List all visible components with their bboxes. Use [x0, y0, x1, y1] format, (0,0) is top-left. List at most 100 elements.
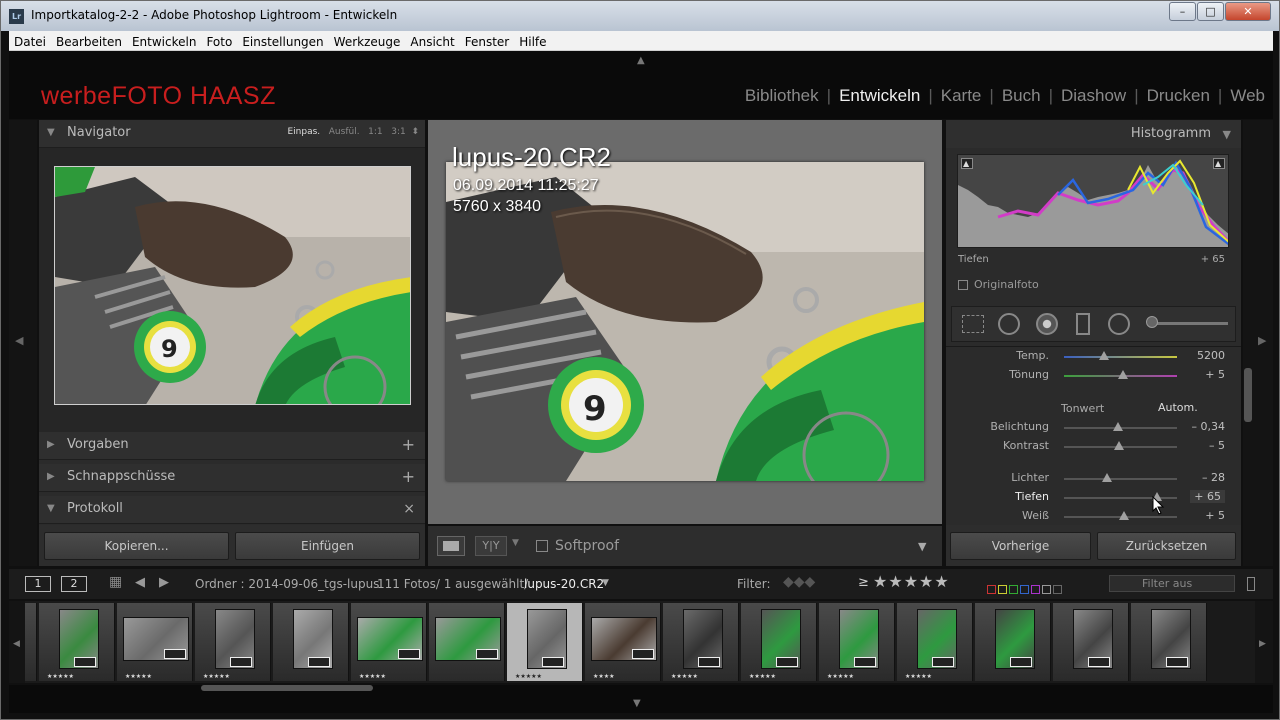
slider-value[interactable]: + 5 [1205, 368, 1225, 381]
back-arrow-icon[interactable]: ◀ [135, 575, 145, 590]
slider-value[interactable]: + 5 [1205, 509, 1225, 522]
presets-header[interactable]: ▶ Vorgaben + [39, 432, 425, 460]
slider-row-kontrast[interactable]: Kontrast – 5 [946, 439, 1241, 457]
filmstrip-scrollbar[interactable] [201, 685, 373, 691]
slider-row-temp.[interactable]: Temp. 5200 [946, 349, 1241, 367]
forward-arrow-icon[interactable]: ▶ [159, 575, 169, 590]
filmstrip-cell[interactable]: ★★★★★ [507, 603, 583, 681]
title-bar[interactable]: Lr Importkatalog-2-2 - Adobe Photoshop L… [1, 1, 1279, 31]
filmstrip-cell[interactable] [975, 603, 1051, 681]
filmstrip-cell[interactable]: ★★★★★ [897, 603, 973, 681]
zoom-option-1-1[interactable]: 1:1 [368, 127, 382, 137]
red-eye-icon[interactable] [1036, 313, 1058, 335]
menu-item-datei[interactable]: Datei [9, 32, 51, 52]
close-button[interactable]: ✕ [1225, 2, 1271, 21]
filmstrip-cell[interactable]: ★★★★★ [819, 603, 895, 681]
radial-filter-icon[interactable] [1108, 313, 1130, 335]
collapse-top-panel-icon[interactable]: ▲ [637, 55, 645, 66]
add-preset-icon[interactable]: + [402, 435, 415, 454]
graduated-filter-icon[interactable] [1076, 313, 1090, 335]
brush-icon[interactable] [1146, 316, 1158, 328]
snapshots-header[interactable]: ▶ Schnappschüsse + [39, 464, 425, 492]
navigator-header[interactable]: ▼ Navigator Einpas. Ausfül. 1:1 3:1 ⬍ [39, 120, 425, 148]
rating-operator[interactable]: ≥ [858, 575, 869, 590]
slider-row-tiefen[interactable]: Tiefen + 65 [946, 490, 1241, 508]
slider-value[interactable]: – 28 [1202, 471, 1225, 484]
slider-row-tönung[interactable]: Tönung + 5 [946, 368, 1241, 386]
slider-knob[interactable] [1113, 422, 1124, 431]
slider-knob[interactable] [1114, 441, 1125, 450]
adjustment-brush-slider[interactable] [1150, 322, 1228, 325]
filmstrip-cell[interactable] [273, 603, 349, 681]
flag-filter-icon[interactable]: ◆◆◆ [783, 574, 815, 590]
slider-knob[interactable] [1101, 473, 1112, 482]
slider-track[interactable] [1064, 478, 1177, 480]
module-karte[interactable]: Karte [941, 86, 982, 105]
grid-view-icon[interactable]: ▦ [109, 574, 122, 590]
thumbnail-star-rating[interactable]: ★★★★★ [671, 673, 698, 680]
reset-button[interactable]: Zurücksetzen [1097, 532, 1236, 560]
filter-preset-select[interactable]: Filter aus [1109, 575, 1235, 592]
thumbnail-star-rating[interactable]: ★★★★★ [749, 673, 776, 680]
collapse-filmstrip-icon[interactable]: ▼ [633, 698, 641, 709]
right-panel-scrollbar[interactable] [1244, 368, 1252, 422]
zoom-option-fill[interactable]: Ausfül. [329, 127, 360, 137]
slider-value[interactable]: + 65 [1190, 490, 1225, 503]
slider-track[interactable] [1064, 356, 1177, 358]
thumbnail-star-rating[interactable]: ★★★★ [593, 673, 615, 680]
crop-tool-icon[interactable] [962, 315, 984, 333]
expand-triangle-icon[interactable]: ▼ [1223, 128, 1231, 141]
history-header[interactable]: ▼ Protokoll × [39, 496, 425, 524]
chevron-down-icon[interactable]: ▼ [512, 538, 519, 548]
slider-row-belichtung[interactable]: Belichtung – 0,34 [946, 420, 1241, 438]
thumbnail-star-rating[interactable]: ★★★★★ [47, 673, 74, 680]
add-snapshot-icon[interactable]: + [402, 467, 415, 486]
histogram[interactable]: ▲ ▲ [957, 154, 1229, 248]
filmstrip-cell[interactable] [429, 603, 505, 681]
menu-item-ansicht[interactable]: Ansicht [405, 32, 459, 52]
shadow-clipping-icon[interactable]: ▲ [961, 158, 973, 169]
softproof-checkbox[interactable] [536, 540, 548, 552]
slider-knob[interactable] [1118, 511, 1129, 520]
toolbar-menu-icon[interactable]: ▼ [918, 540, 926, 553]
star-rating-filter-icon[interactable]: ★★★★★ [873, 572, 950, 591]
module-bibliothek[interactable]: Bibliothek [745, 86, 819, 105]
zoom-option-3-1[interactable]: 3:1 [391, 127, 405, 137]
before-after-view-icon[interactable]: Y|Y [475, 536, 507, 556]
filmstrip-cell[interactable]: ★★★★ [585, 603, 661, 681]
menu-item-foto[interactable]: Foto [201, 32, 237, 52]
filmstrip-cell[interactable]: ★★★★★ [39, 603, 115, 681]
collapse-left-panel-icon[interactable]: ◀ [15, 334, 23, 347]
thumbnail-star-rating[interactable]: ★★★★★ [359, 673, 386, 680]
thumbnail-star-rating[interactable]: ★★★★★ [905, 673, 932, 680]
copy-settings-button[interactable]: Kopieren... [44, 532, 229, 560]
current-file-label[interactable]: lupus-20.CR2 [524, 577, 604, 591]
thumbnail-star-rating[interactable]: ★★★★★ [203, 673, 230, 680]
slider-value[interactable]: 5200 [1197, 349, 1225, 362]
original-photo-checkbox[interactable] [958, 280, 968, 290]
slider-value[interactable]: – 5 [1209, 439, 1225, 452]
module-buch[interactable]: Buch [1002, 86, 1041, 105]
menu-item-hilfe[interactable]: Hilfe [514, 32, 551, 52]
filmstrip-cell[interactable] [1053, 603, 1129, 681]
clear-history-icon[interactable]: × [403, 501, 415, 517]
filter-lock-icon[interactable] [1247, 577, 1255, 591]
module-drucken[interactable]: Drucken [1147, 86, 1210, 105]
loupe-view-icon[interactable] [437, 536, 465, 556]
spot-removal-icon[interactable] [998, 313, 1020, 335]
filmstrip-cell[interactable] [1131, 603, 1207, 681]
menu-item-einstellungen[interactable]: Einstellungen [237, 32, 328, 52]
second-window-button[interactable]: 2 [61, 576, 87, 592]
menu-item-entwickeln[interactable]: Entwickeln [127, 32, 201, 52]
slider-value[interactable]: – 0,34 [1192, 420, 1226, 433]
paste-settings-button[interactable]: Einfügen [235, 532, 420, 560]
filmstrip-cell[interactable]: ★★★★★ [351, 603, 427, 681]
thumbnail-star-rating[interactable]: ★★★★★ [827, 673, 854, 680]
filmstrip-cell[interactable]: ★★★★★ [663, 603, 739, 681]
filmstrip-cell[interactable]: ★★★★★ [117, 603, 193, 681]
folder-source-label[interactable]: Ordner : 2014-09-06_tgs-lupus [195, 577, 379, 591]
zoom-stepper-icon[interactable]: ⬍ [411, 127, 419, 137]
highlight-clipping-icon[interactable]: ▲ [1213, 158, 1225, 169]
navigator-preview-image[interactable]: 9 [54, 166, 411, 405]
main-window-button[interactable]: 1 [25, 576, 51, 592]
